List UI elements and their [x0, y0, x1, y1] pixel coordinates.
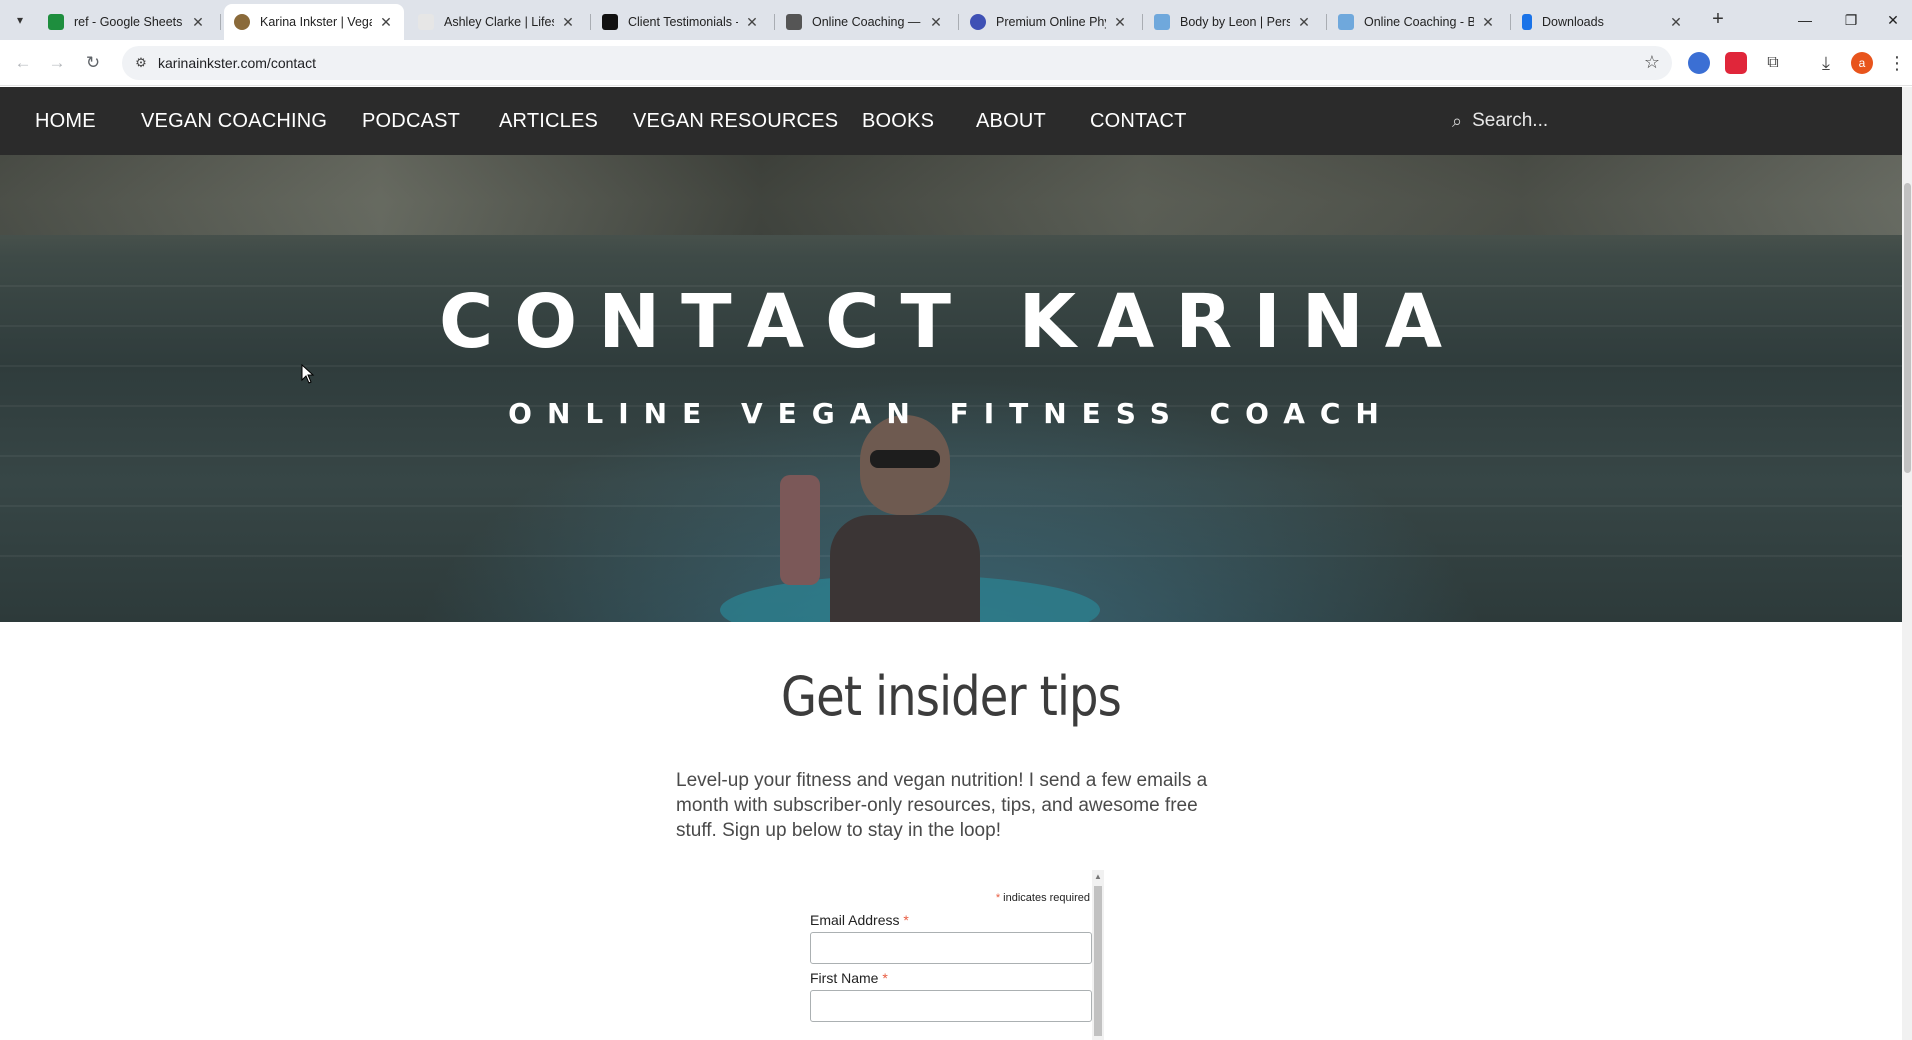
site-navigation: HOME VEGAN COACHING PODCAST ARTICLES VEG… [0, 87, 1902, 155]
nav-about[interactable]: ABOUT [976, 87, 1046, 155]
tab-title: Online Coaching — E [812, 15, 922, 29]
required-note: * indicates required [995, 892, 1090, 904]
window-close-button[interactable]: ✕ [1870, 6, 1912, 34]
site-search: ⌕ [1452, 109, 1673, 133]
hero-banner: CONTACT KARINA ONLINE VEGAN FITNESS COAC… [0, 155, 1902, 622]
download-icon[interactable]: ⤓ [1815, 52, 1837, 74]
tab-title: Premium Online Phys [996, 15, 1106, 29]
first-name-field[interactable] [810, 990, 1092, 1022]
cube-icon [786, 14, 802, 30]
tab-search-icon[interactable]: ▾ [6, 8, 34, 32]
signup-form-frame: * indicates required Email Address * Fir… [806, 870, 1104, 1040]
tab-title: Downloads [1542, 15, 1604, 29]
tab-ashley-clarke[interactable]: Ashley Clarke | Lifesty ✕ [408, 4, 586, 40]
tab-downloads[interactable]: Downloads ✕ [1512, 4, 1694, 40]
reload-button[interactable]: ↻ [80, 50, 106, 76]
download-icon [1522, 14, 1532, 30]
tab-title: Body by Leon | Perso [1180, 15, 1290, 29]
close-icon[interactable]: ✕ [190, 14, 206, 31]
form-scrollbar[interactable]: ▲ [1092, 870, 1104, 1040]
new-tab-button[interactable]: + [1704, 8, 1732, 32]
mouse-cursor-icon [301, 364, 315, 384]
nav-contact[interactable]: CONTACT [1090, 87, 1187, 155]
nav-articles[interactable]: ARTICLES [499, 87, 598, 155]
nav-vegan-resources[interactable]: VEGAN RESOURCES [633, 87, 838, 155]
site-favicon-icon [1338, 14, 1354, 30]
close-icon[interactable]: ✕ [928, 14, 944, 31]
sheets-icon [48, 14, 64, 30]
browser-tab-bar: ▾ ref - Google Sheets ✕ Karina Inkster |… [0, 0, 1912, 40]
tab-title: ref - Google Sheets [74, 15, 183, 29]
tab-karina-inkster[interactable]: Karina Inkster | Vegan ✕ [224, 4, 404, 40]
hero-title: CONTACT KARINA [438, 279, 1464, 365]
extension-icon[interactable] [1688, 52, 1710, 74]
close-icon[interactable]: ✕ [1296, 14, 1312, 31]
search-icon: ⌕ [1452, 110, 1463, 131]
tab-client-testimonials[interactable]: Client Testimonials - F ✕ [592, 4, 770, 40]
tab-body-by-leon[interactable]: Body by Leon | Perso ✕ [1144, 4, 1322, 40]
restore-button[interactable]: ❐ [1828, 6, 1874, 34]
hero-subtitle: ONLINE VEGAN FITNESS COACH [508, 397, 1394, 430]
nav-books[interactable]: BOOKS [862, 87, 934, 155]
bookmark-star-icon[interactable]: ☆ [1644, 52, 1660, 73]
hero-photo-person [720, 405, 1100, 622]
tab-online-coaching-e[interactable]: Online Coaching — E ✕ [776, 4, 954, 40]
close-icon[interactable]: ✕ [1112, 14, 1128, 31]
tab-title: Client Testimonials - F [628, 15, 738, 29]
nav-vegan-coaching[interactable]: VEGAN COACHING [141, 87, 327, 155]
close-icon[interactable]: ✕ [378, 14, 394, 31]
nav-podcast[interactable]: PODCAST [362, 87, 460, 155]
back-button[interactable]: ← [10, 50, 36, 76]
shield-extension-icon[interactable] [1725, 52, 1747, 74]
close-icon[interactable]: ✕ [744, 14, 760, 31]
site-favicon-icon [234, 14, 250, 30]
tab-premium-online[interactable]: Premium Online Phys ✕ [960, 4, 1138, 40]
intro-paragraph: Level-up your fitness and vegan nutritio… [676, 770, 1208, 841]
tab-online-coaching-bo[interactable]: Online Coaching - Bo ✕ [1328, 4, 1506, 40]
first-name-label: First Name * [810, 970, 888, 986]
forward-button[interactable]: → [44, 50, 70, 76]
email-field[interactable] [810, 932, 1092, 964]
site-favicon-icon [970, 14, 986, 30]
section-heading: Get insider tips [781, 665, 1122, 728]
web-page: HOME VEGAN COACHING PODCAST ARTICLES VEG… [0, 87, 1912, 1040]
page-scrollbar[interactable] [1902, 87, 1912, 1040]
tab-title: Karina Inkster | Vegan [260, 15, 372, 29]
close-icon[interactable]: ✕ [560, 14, 576, 31]
address-bar[interactable]: ⚙ karinainkster.com/contact ☆ [122, 46, 1672, 80]
nav-home[interactable]: HOME [35, 87, 96, 155]
site-favicon-icon [1154, 14, 1170, 30]
tab-google-sheets[interactable]: ref - Google Sheets ✕ [38, 4, 216, 40]
search-input[interactable] [1472, 110, 1673, 132]
puzzle-extensions-icon[interactable]: ⧉ [1762, 52, 1784, 74]
browser-toolbar: ← → ↻ ⚙ karinainkster.com/contact ☆ ⧉ ⤓ … [0, 40, 1912, 86]
hero-background-cliffs [0, 155, 1902, 235]
browser-menu-icon[interactable]: ⋮ [1886, 52, 1908, 74]
email-label: Email Address * [810, 912, 909, 928]
profile-avatar[interactable]: a [1851, 52, 1873, 74]
site-favicon-icon [602, 14, 618, 30]
tab-title: Ashley Clarke | Lifesty [444, 15, 554, 29]
site-favicon-icon [418, 14, 434, 30]
close-icon[interactable]: ✕ [1668, 14, 1684, 31]
tab-title: Online Coaching - Bo [1364, 15, 1474, 29]
scrollbar-thumb[interactable] [1904, 183, 1911, 473]
close-icon[interactable]: ✕ [1480, 14, 1496, 31]
minimize-button[interactable]: — [1782, 6, 1828, 34]
site-info-icon[interactable]: ⚙ [132, 54, 150, 72]
url-text[interactable]: karinainkster.com/contact [158, 55, 316, 71]
